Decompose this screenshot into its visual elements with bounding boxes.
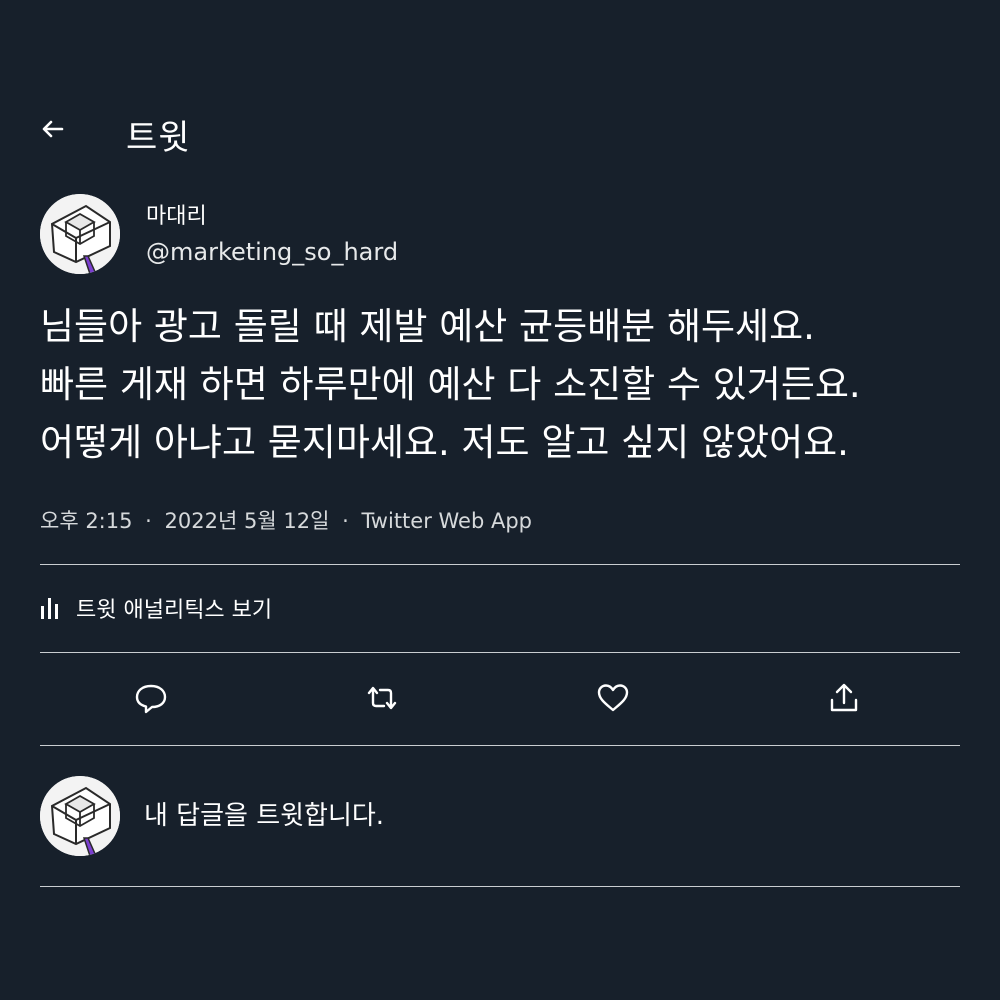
back-button[interactable] xyxy=(40,116,66,146)
tweet-author: 마대리 @marketing_so_hard xyxy=(40,194,960,278)
share-upload-icon xyxy=(830,683,858,712)
comment-bubble-icon xyxy=(135,684,167,714)
reply-composer xyxy=(40,776,960,860)
tweet-time[interactable]: 오후 2:15 xyxy=(40,509,132,533)
author-display-name[interactable]: 마대리 xyxy=(146,198,207,230)
cube-character-avatar-icon xyxy=(40,776,120,856)
reply-input[interactable] xyxy=(144,792,924,840)
divider xyxy=(40,886,960,887)
separator-dot: · xyxy=(342,509,349,533)
tweet-text: 님들아 광고 돌릴 때 제발 예산 균등배분 해두세요. 빠른 게재 하면 하루… xyxy=(40,305,861,464)
separator-dot: · xyxy=(145,509,152,533)
cube-character-avatar-icon xyxy=(40,194,120,274)
divider xyxy=(40,745,960,746)
divider xyxy=(40,652,960,653)
arrow-left-icon xyxy=(42,120,64,138)
tweet-metadata: 오후 2:15 · 2022년 5월 12일 · Twitter Web App xyxy=(40,505,532,535)
share-button[interactable] xyxy=(824,678,864,718)
author-handle[interactable]: @marketing_so_hard xyxy=(146,238,398,266)
avatar[interactable] xyxy=(40,194,120,274)
reply-button[interactable] xyxy=(131,678,171,718)
like-button[interactable] xyxy=(593,678,633,718)
heart-icon xyxy=(597,684,629,712)
tweet-actions-bar xyxy=(40,672,960,728)
retweet-button[interactable] xyxy=(362,678,402,718)
top-bar: 트윗 xyxy=(40,108,960,158)
analytics-label: 트윗 애널리틱스 보기 xyxy=(76,598,273,623)
tweet-source: Twitter Web App xyxy=(361,509,532,533)
tweet-date[interactable]: 2022년 5월 12일 xyxy=(165,509,330,533)
my-avatar[interactable] xyxy=(40,776,120,856)
bar-chart-icon xyxy=(41,598,58,619)
divider xyxy=(40,564,960,565)
page-title: 트윗 xyxy=(126,118,191,158)
retweet-icon xyxy=(367,686,397,710)
